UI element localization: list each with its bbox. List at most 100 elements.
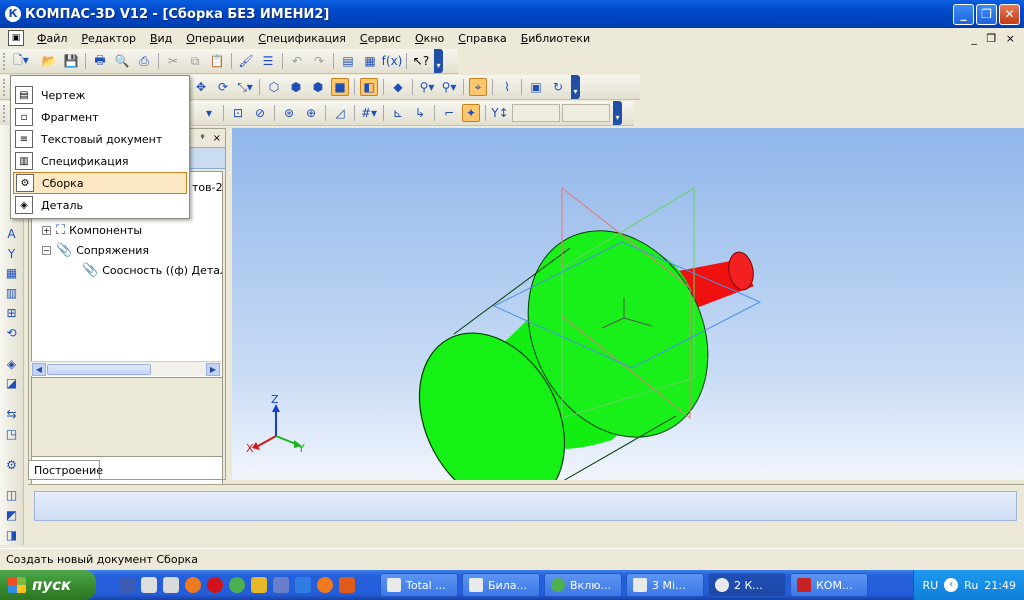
dimensions-icon[interactable]: ⊞ [3, 304, 21, 322]
quicklaunch-media-icon[interactable] [251, 577, 267, 593]
cut-icon[interactable]: ✂ [164, 52, 182, 70]
quicklaunch-app-icon[interactable] [119, 577, 135, 593]
coord-y-field[interactable] [562, 104, 610, 122]
quicklaunch-other-icon[interactable] [339, 577, 355, 593]
firefox-2-icon[interactable] [317, 577, 333, 593]
reconstruct-icon[interactable]: ▣ [527, 78, 545, 96]
format-painter-icon[interactable]: 🖌 [237, 52, 255, 70]
edit-assembly-icon[interactable]: A [3, 225, 21, 243]
opera-icon[interactable] [207, 577, 223, 593]
dropdown-arrow-icon[interactable]: ▾ [200, 104, 218, 122]
open-folder-icon[interactable]: 📂 [40, 52, 58, 70]
array-icon[interactable]: ◨ [3, 526, 21, 544]
task-kompas-doc[interactable]: КОМ... [790, 573, 868, 597]
menu-window[interactable]: Окно [408, 32, 451, 45]
undo-icon[interactable]: ↶ [288, 52, 306, 70]
quicklaunch-ie-icon[interactable] [295, 577, 311, 593]
context-help-icon[interactable]: ↖? [412, 52, 430, 70]
new-assembly-item[interactable]: ⚙ Сборка [13, 172, 187, 194]
menu-specification[interactable]: Спецификация [251, 32, 352, 45]
toolbar-overflow[interactable]: ▾ [434, 49, 443, 73]
copy-icon[interactable]: ⧉ [186, 52, 204, 70]
tree-horizontal-scrollbar[interactable]: ◀ ▶ [31, 361, 221, 376]
orient-plane-icon[interactable]: ⊘ [251, 104, 269, 122]
axis-icon[interactable]: ↳ [411, 104, 429, 122]
quicklaunch-tool-icon[interactable] [273, 577, 289, 593]
toolbar-overflow[interactable]: ▾ [613, 101, 622, 125]
task-total-commander[interactable]: Total ... [380, 573, 458, 597]
components-icon[interactable]: ◈ [3, 355, 21, 373]
scroll-thumb[interactable] [47, 364, 151, 375]
panel-close-icon[interactable]: × [213, 133, 221, 144]
tab-construction[interactable]: Построение [28, 460, 103, 480]
snap-points-icon[interactable]: ✦ [462, 104, 480, 122]
scroll-left-icon[interactable]: ◀ [32, 363, 46, 376]
menu-editor[interactable]: Редактор [74, 32, 143, 45]
properties-icon[interactable]: ☰ [259, 52, 277, 70]
new-drawing-item[interactable]: ▤ Чертеж [13, 84, 187, 106]
geometry-icon[interactable]: ▦ [3, 265, 21, 283]
perspective-icon[interactable]: ◆ [389, 78, 407, 96]
mates-icon[interactable]: ⟲ [3, 324, 21, 342]
task-folder[interactable]: Била... [462, 573, 540, 597]
sheet-metal-icon[interactable]: ◩ [3, 506, 21, 524]
keyboard-layout-indicator[interactable]: Ru [964, 579, 978, 592]
tree-node-components[interactable]: + ⛶ Компоненты [42, 223, 142, 238]
chrome-icon[interactable] [229, 577, 245, 593]
wireframe-icon[interactable]: ⬡ [265, 78, 283, 96]
clock[interactable]: 21:49 [984, 579, 1016, 592]
quicklaunch-calc-icon[interactable] [163, 577, 179, 593]
task-kompas[interactable]: 2 К... [708, 573, 786, 597]
language-indicator[interactable]: RU [922, 579, 938, 592]
quicklaunch-desktop-icon[interactable] [141, 577, 157, 593]
coord-x-field[interactable] [512, 104, 560, 122]
property-panel-area[interactable] [34, 491, 1017, 521]
pan-icon[interactable]: ✥ [192, 78, 210, 96]
redo-icon[interactable]: ↷ [310, 52, 328, 70]
cursor-coords-icon[interactable]: Y↕ [491, 104, 509, 122]
firefox-icon[interactable] [185, 577, 201, 593]
variables-icon[interactable]: f(x) [382, 52, 403, 70]
library-icon[interactable]: ▦ [361, 52, 379, 70]
menu-file[interactable]: Файл [30, 32, 74, 45]
local-cs-icon[interactable]: ⊾ [389, 104, 407, 122]
scroll-right-icon[interactable]: ▶ [206, 363, 220, 376]
menu-libraries[interactable]: Библиотеки [514, 32, 597, 45]
new-fragment-item[interactable]: ▫ Фрагмент [13, 106, 187, 128]
tree-node-mates[interactable]: − 📎 Сопряжения [42, 243, 149, 258]
filter-icon[interactable]: ⚲▾ [418, 78, 436, 96]
document-system-icon[interactable]: ▣ [8, 30, 24, 46]
print-preview-icon[interactable]: 🔍 [113, 52, 131, 70]
paste-icon[interactable]: 📋 [208, 52, 226, 70]
collapse-icon[interactable]: − [42, 246, 51, 255]
task-chrome[interactable]: Вклю... [544, 573, 622, 597]
show-all-icon[interactable]: ⊛ [280, 104, 298, 122]
close-button[interactable]: ✕ [999, 3, 1020, 25]
restore-button[interactable]: ❐ [976, 3, 997, 25]
document-window-controls[interactable]: _ ❐ × [971, 32, 1018, 45]
print-icon[interactable]: 🖶 [91, 52, 109, 70]
print-setup-icon[interactable]: ⎙ [135, 52, 153, 70]
start-button[interactable]: пуск [0, 570, 96, 600]
filter-vertical-icon[interactable]: Y [3, 245, 21, 263]
diagnostics-icon[interactable]: ◳ [3, 425, 21, 443]
menu-operations[interactable]: Операции [179, 32, 251, 45]
tray-arrow-icon[interactable]: ‹ [944, 578, 959, 592]
shaft-library-icon[interactable]: ⚙ [3, 456, 21, 474]
shaded-edges-icon[interactable]: ◧ [360, 78, 378, 96]
zoom-window-icon[interactable]: ⊕ [302, 104, 320, 122]
grid-icon[interactable]: #▾ [360, 104, 378, 122]
hidden-thin-icon[interactable]: ⬢ [309, 78, 327, 96]
toolbar-overflow[interactable]: ▾ [571, 75, 580, 99]
task-word[interactable]: 3 Mi... [626, 573, 704, 597]
pin-icon[interactable]: ᵠ [200, 133, 204, 144]
expand-icon[interactable]: + [42, 226, 51, 235]
minimize-button[interactable]: _ [953, 3, 974, 25]
new-part-item[interactable]: ◈ Деталь [13, 194, 187, 216]
snap-icon[interactable]: ⌖ [469, 78, 487, 96]
menu-help[interactable]: Справка [451, 32, 513, 45]
measure-icon[interactable]: ⌇ [498, 78, 516, 96]
toolbar-grip[interactable] [3, 52, 7, 70]
menu-service[interactable]: Сервис [353, 32, 408, 45]
tree-node-coaxial[interactable]: 📎 Соосность ((ф) Деталь [82, 263, 222, 278]
